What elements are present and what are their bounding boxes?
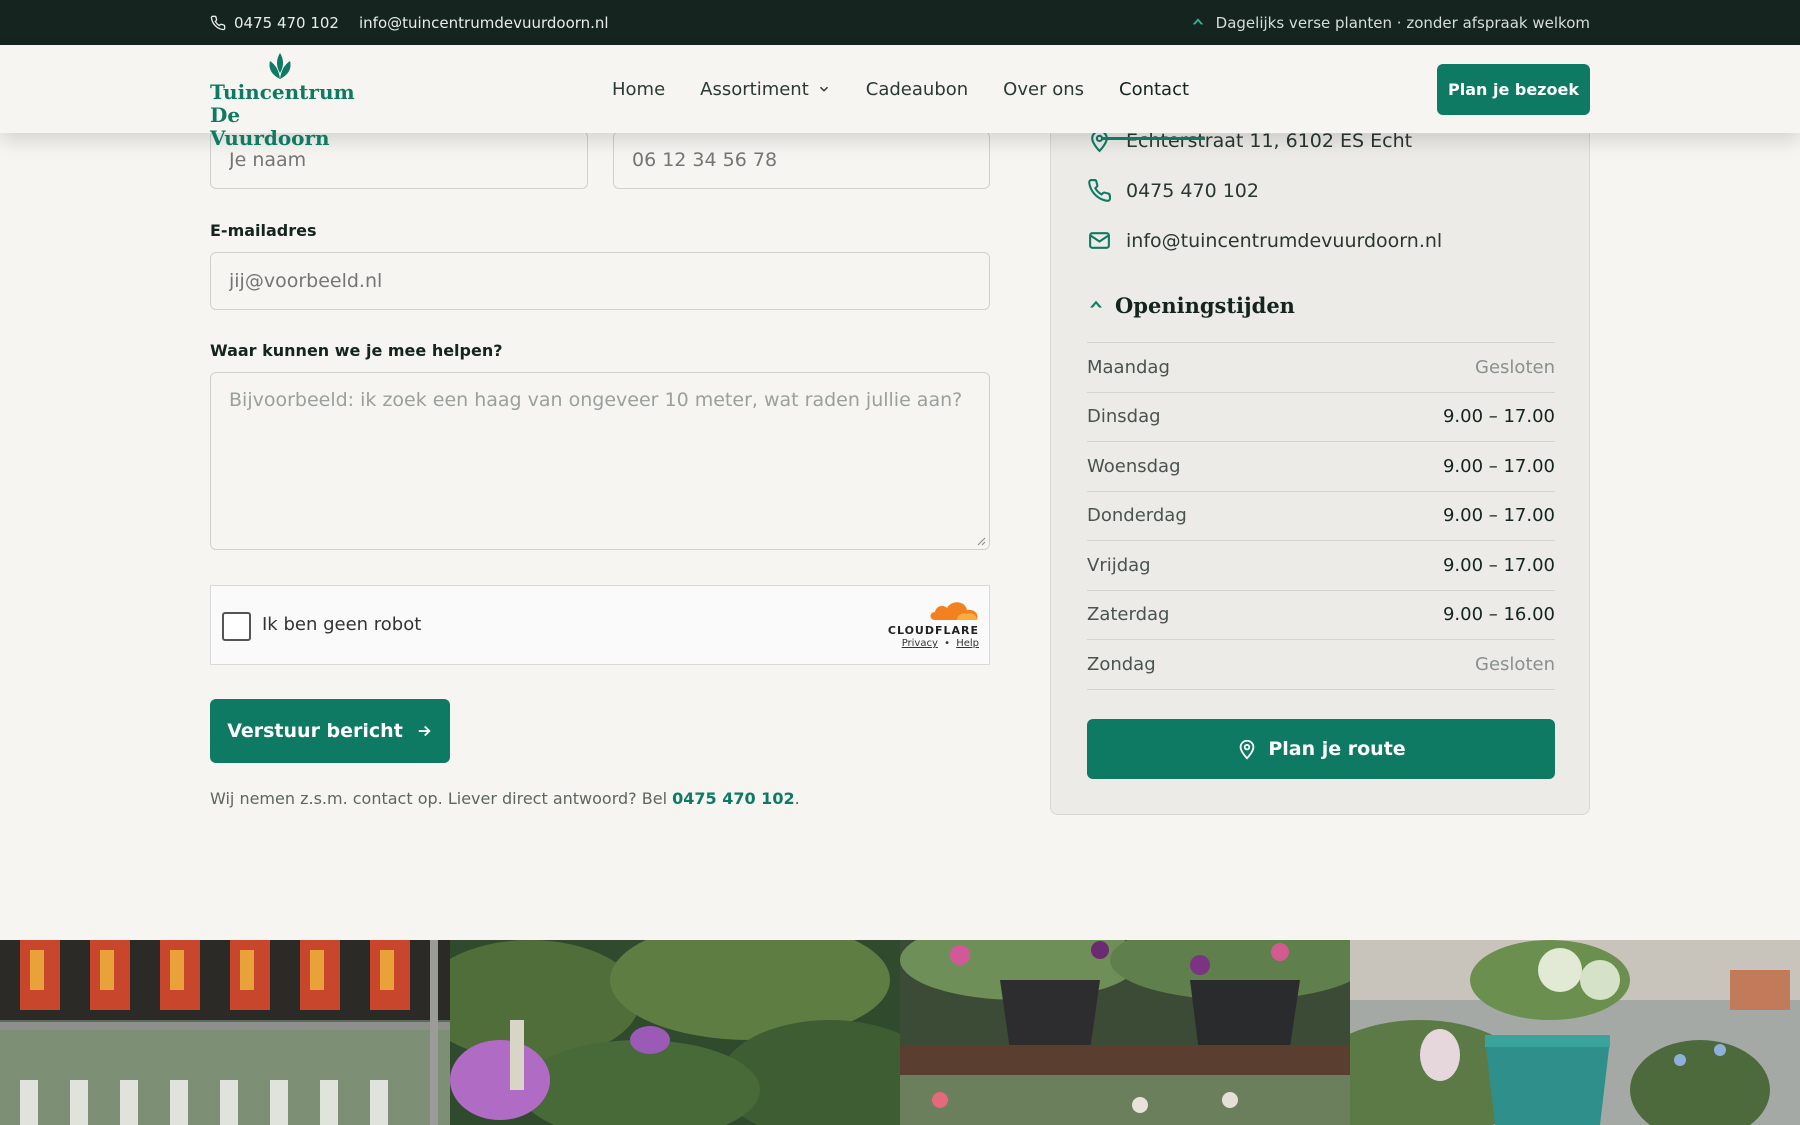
top-bar: 0475 470 102 info@tuincentrumdevuurdoorn… — [0, 0, 1800, 45]
hours-row: Woensdag 9.00 – 17.00 — [1087, 442, 1555, 492]
nav-item-cadeaubon[interactable]: Cadeaubon — [866, 79, 968, 100]
plant-rack-image — [0, 940, 450, 1125]
mail-icon — [1089, 232, 1110, 249]
topbar-email: info@tuincentrumdevuurdoorn.nl — [358, 13, 609, 32]
nav-item-label: Contact — [1119, 78, 1190, 100]
hours-day: Donderdag — [1087, 505, 1187, 527]
hours-day: Zaterdag — [1087, 604, 1170, 626]
hours-day: Vrijdag — [1087, 554, 1151, 576]
hours-time: Gesloten — [1475, 356, 1555, 378]
hours-row: Dinsdag 9.00 – 17.00 — [1087, 393, 1555, 442]
submit-label: Verstuur bericht — [227, 720, 403, 742]
arrow-right-icon — [418, 725, 431, 737]
map-pin-icon — [1239, 739, 1255, 760]
leaf-icon — [1192, 17, 1204, 24]
hours-time: 9.00 – 17.00 — [1442, 554, 1555, 576]
captcha-widget: Ik ben geen robot CLOUDFLARE Privacy • H… — [210, 585, 990, 665]
phone-text: 0475 470 102 — [1126, 179, 1259, 202]
nav-item-contact[interactable]: Contact — [1102, 78, 1206, 140]
nav-item-label: Over ons — [1003, 78, 1084, 100]
captcha-separator: • — [944, 638, 950, 649]
plan-route-button[interactable]: Plan je route — [1087, 719, 1555, 779]
nav-item-label: Assortiment — [700, 78, 809, 100]
topbar-tagline: Dagelijks verse planten · zonder afspraa… — [1215, 13, 1590, 32]
plant-rack-photo[interactable] — [0, 940, 450, 1125]
contact-card: Echterstraat 11, 6102 ES Echt 0475 470 1… — [1050, 60, 1590, 815]
email-row[interactable]: info@tuincentrumdevuurdoorn.nl — [1087, 228, 1442, 253]
photo-gallery — [0, 940, 1800, 1125]
main-navigation: Tuincentrum De Vuurdoorn Home Assortimen… — [0, 45, 1800, 150]
captcha-privacy-link[interactable]: Privacy — [902, 638, 938, 649]
phone-icon — [210, 15, 226, 30]
nav-item-label: Cadeaubon — [865, 78, 969, 100]
site-logo[interactable]: Tuincentrum De Vuurdoorn — [210, 53, 360, 150]
nav-menu: Home Assortiment Cadeaubon Over ons Cont… — [612, 45, 1206, 140]
form-note: Wij nemen z.s.m. contact op. Liever dire… — [210, 789, 800, 808]
cloudflare-brand: CLOUDFLARE — [887, 624, 979, 637]
shrubs-photo[interactable] — [450, 940, 900, 1125]
shrubs-image — [450, 940, 900, 1125]
hours-day: Woensdag — [1087, 455, 1181, 477]
message-textarea[interactable]: Bijvoorbeeld: ik zoek een haag van ongev… — [210, 372, 990, 550]
phone-icon — [1088, 179, 1111, 202]
hours-title-text: Openingstijden — [1115, 293, 1295, 318]
hours-time: 9.00 – 17.00 — [1442, 406, 1555, 428]
hydrangea-image — [1350, 940, 1800, 1125]
opening-hours-table: Maandag Gesloten Dinsdag 9.00 – 17.00 Woen… — [1087, 342, 1555, 690]
cloudflare-badge: CLOUDFLARE Privacy • Help — [883, 600, 979, 652]
hours-row: Donderdag 9.00 – 17.00 — [1087, 492, 1555, 541]
resize-handle-icon[interactable] — [976, 536, 986, 546]
hours-time: Gesloten — [1475, 653, 1555, 675]
hours-row: Zondag Gesloten — [1087, 640, 1555, 690]
hours-row: Zaterdag 9.00 – 16.00 — [1087, 591, 1555, 640]
brand-name: Tuincentrum De Vuurdoorn — [210, 81, 360, 150]
hydrangea-photo[interactable] — [1350, 940, 1800, 1125]
email-input[interactable] — [210, 252, 990, 310]
topbar-phone-link[interactable]: 0475 470 102 — [210, 14, 339, 32]
note-suffix: . — [794, 789, 800, 808]
hours-time: 9.00 – 16.00 — [1442, 604, 1555, 626]
topbar-phone: 0475 470 102 — [234, 13, 339, 32]
topbar-tagline-group: Dagelijks verse planten · zonder afspraa… — [1190, 14, 1590, 32]
flower-pots-photo[interactable] — [900, 940, 1350, 1125]
hours-time: 9.00 – 17.00 — [1442, 505, 1555, 527]
topbar-email-link[interactable]: info@tuincentrumdevuurdoorn.nl — [359, 14, 609, 32]
hours-day: Maandag — [1087, 356, 1170, 378]
nav-item-home[interactable]: Home — [612, 79, 665, 100]
brand-line-1: Tuincentrum — [210, 80, 355, 104]
plan-route-label: Plan je route — [1268, 738, 1406, 760]
nav-item-label: Home — [612, 78, 666, 100]
hours-title: Openingstijden — [1087, 293, 1295, 318]
captcha-label: Ik ben geen robot — [262, 614, 422, 635]
cloudflare-cloud-icon — [930, 602, 978, 620]
leaves-logo-icon — [269, 53, 291, 79]
flower-pots-image — [900, 940, 1350, 1125]
captcha-checkbox[interactable] — [222, 612, 251, 641]
phone-input[interactable] — [613, 131, 990, 189]
hours-day: Zondag — [1087, 653, 1156, 675]
cloudflare-links: Privacy • Help — [902, 638, 979, 649]
plan-visit-button[interactable]: Plan je bezoek — [1437, 64, 1590, 115]
note-text: Wij nemen z.s.m. contact op. Liever dire… — [210, 789, 673, 808]
submit-button[interactable]: Verstuur bericht — [210, 699, 450, 763]
hours-day: Dinsdag — [1087, 406, 1161, 428]
leaf-icon — [1090, 300, 1102, 307]
email-text: info@tuincentrumdevuurdoorn.nl — [1126, 229, 1443, 252]
captcha-help-link[interactable]: Help — [956, 638, 979, 649]
hours-row: Maandag Gesloten — [1087, 343, 1555, 393]
nav-item-over-ons[interactable]: Over ons — [1003, 79, 1084, 100]
email-label: E-mailadres — [210, 221, 317, 240]
hours-row: Vrijdag 9.00 – 17.00 — [1087, 541, 1555, 591]
phone-row[interactable]: 0475 470 102 — [1087, 178, 1259, 203]
note-phone-link[interactable]: 0475 470 102 — [672, 789, 794, 808]
message-label: Waar kunnen we je mee helpen? — [210, 341, 503, 360]
chevron-down-icon — [819, 86, 828, 92]
brand-line-2: De Vuurdoorn — [210, 103, 330, 150]
hours-time: 9.00 – 17.00 — [1442, 455, 1555, 477]
message-placeholder: Bijvoorbeeld: ik zoek een haag van ongev… — [229, 389, 963, 411]
nav-item-assortiment[interactable]: Assortiment — [700, 79, 831, 100]
